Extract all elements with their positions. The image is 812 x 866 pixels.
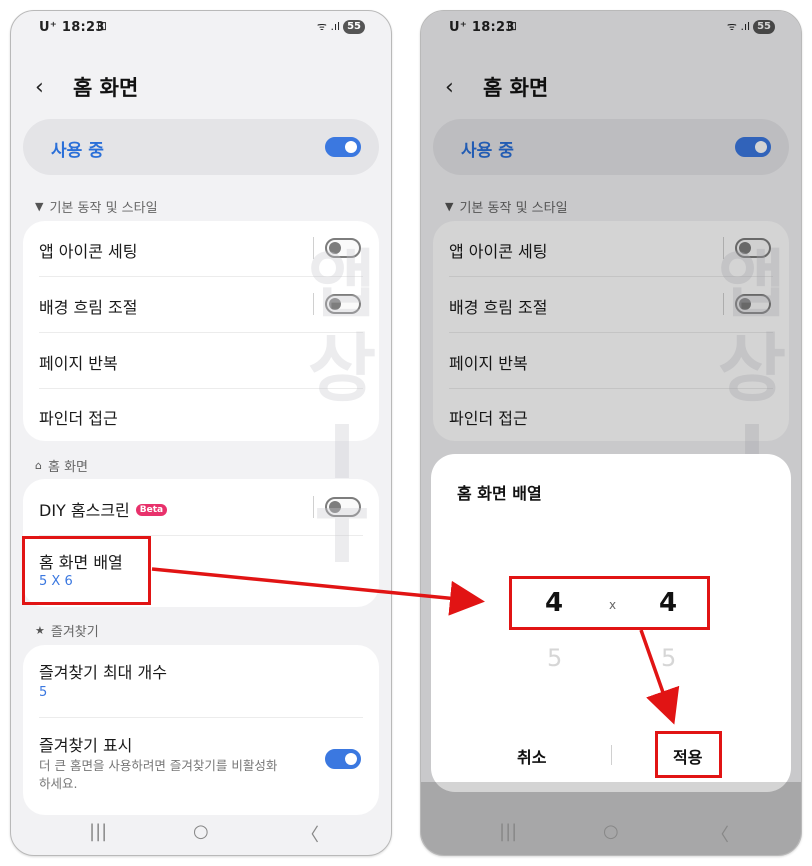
section-title-basic: 기본 동작 및 스타일 bbox=[49, 201, 158, 216]
highlight-apply-button bbox=[655, 731, 722, 778]
navigation-bar: ||| ○ 〈 bbox=[11, 811, 391, 855]
row-label: 앱 아이콘 세팅 bbox=[39, 242, 138, 261]
home-button-icon[interactable]: ○ bbox=[193, 821, 209, 842]
page-title: 홈 화면 bbox=[73, 76, 139, 100]
recent-apps-icon[interactable]: ||| bbox=[499, 821, 517, 842]
highlight-grid-picker bbox=[509, 576, 710, 630]
beta-badge: Beta bbox=[135, 503, 168, 516]
battery-icon: 55 bbox=[343, 19, 365, 34]
row-label: 즐겨찾기 표시 bbox=[39, 736, 133, 755]
watermark-char: I bbox=[328, 410, 356, 496]
status-right: ᯤ .ıl 55 bbox=[317, 19, 365, 34]
star-icon: ★ bbox=[35, 624, 45, 637]
master-switch-label: 사용 중 bbox=[51, 141, 104, 161]
row-favorites-max[interactable]: 즐겨찾기 최대 개수 5 bbox=[23, 645, 379, 717]
cancel-button[interactable]: 취소 bbox=[517, 744, 546, 768]
row-label: 배경 흐림 조절 bbox=[39, 298, 138, 317]
watermark-char: 앱 bbox=[307, 242, 377, 328]
back-button-icon[interactable]: 〈 bbox=[711, 821, 729, 847]
home-icon: ⌂ bbox=[35, 459, 42, 472]
phone-settings-screen: U⁺ 18:23 ⊡ ᯤ .ıl 55 ‹ 홈 화면 사용 중 ▼ 기본 동작 … bbox=[10, 10, 392, 856]
phone-grid-dialog-screen: U⁺ 18:23 ⊡ ᯤ .ıl 55 ‹ 홈 화면 사용 중 ▼ 기본 동작 … bbox=[420, 10, 802, 856]
toggle-knob bbox=[345, 753, 357, 765]
watermark-char: T bbox=[316, 494, 368, 580]
toggle-knob bbox=[345, 141, 357, 153]
row-label: DIY 홈스크린 Beta bbox=[39, 497, 168, 521]
column-picker-next[interactable]: 5 bbox=[547, 644, 562, 672]
row-favorites-show[interactable]: 즐겨찾기 표시 더 큰 홈면을 사용하려면 즐겨찾기를 비활성화하세요. bbox=[23, 718, 379, 815]
back-button-icon[interactable]: 〈 bbox=[301, 821, 319, 847]
status-carrier-time: U⁺ 18:23 bbox=[39, 20, 105, 35]
screen-record-icon: ⊡ bbox=[97, 19, 108, 33]
section-title-favorites: 즐겨찾기 bbox=[50, 625, 99, 640]
wifi-signal-icon: ᯤ .ıl bbox=[316, 20, 341, 33]
section-header-basic: ▼ 기본 동작 및 스타일 bbox=[35, 197, 158, 216]
recent-apps-icon[interactable]: ||| bbox=[89, 821, 107, 842]
status-bar: U⁺ 18:23 ⊡ ᯤ .ıl 55 bbox=[11, 11, 391, 45]
favorites-show-toggle[interactable] bbox=[325, 749, 361, 769]
navigation-bar: ||| ○ 〈 bbox=[421, 811, 801, 855]
highlight-home-grid-row bbox=[22, 536, 151, 605]
row-label: 페이지 반복 bbox=[39, 354, 118, 373]
dialog-button-divider bbox=[611, 745, 612, 765]
row-label: 파인더 접근 bbox=[39, 409, 118, 428]
row-picker-next[interactable]: 5 bbox=[661, 644, 676, 672]
home-button-icon[interactable]: ○ bbox=[603, 821, 619, 842]
diy-label: DIY 홈스크린 bbox=[39, 501, 130, 520]
favorites-show-description: 더 큰 홈면을 사용하려면 즐겨찾기를 비활성화하세요. bbox=[39, 758, 278, 791]
brush-icon: ▼ bbox=[35, 200, 44, 213]
master-switch-bar[interactable]: 사용 중 bbox=[23, 119, 379, 175]
back-arrow-icon[interactable]: ‹ bbox=[35, 75, 59, 100]
section-header-favorites: ★ 즐겨찾기 bbox=[35, 621, 99, 640]
watermark-char: 상 bbox=[307, 326, 377, 412]
section-title-home: 홈 화면 bbox=[47, 460, 88, 475]
row-label: 즐겨찾기 최대 개수 bbox=[39, 663, 167, 682]
comparison-stage: U⁺ 18:23 ⊡ ᯤ .ıl 55 ‹ 홈 화면 사용 중 ▼ 기본 동작 … bbox=[0, 0, 812, 866]
favorites-max-value: 5 bbox=[39, 685, 48, 700]
card-favorites: 즐겨찾기 최대 개수 5 즐겨찾기 표시 더 큰 홈면을 사용하려면 즐겨찾기를… bbox=[23, 645, 379, 815]
dialog-title: 홈 화면 배열 bbox=[457, 484, 542, 503]
section-header-home: ⌂ 홈 화면 bbox=[35, 456, 88, 475]
master-toggle[interactable] bbox=[325, 137, 361, 157]
page-header: ‹ 홈 화면 bbox=[35, 71, 138, 103]
watermark-text: 앱 상 I T bbox=[297, 243, 387, 579]
